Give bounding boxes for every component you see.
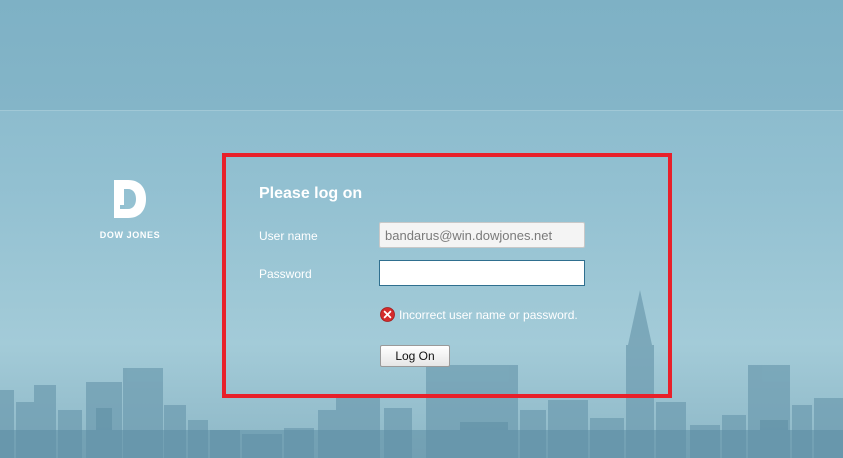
dow-jones-d-logo-icon	[114, 180, 146, 218]
top-band	[0, 0, 843, 110]
username-input[interactable]	[379, 222, 585, 248]
password-input[interactable]	[379, 260, 585, 286]
username-label: User name	[259, 229, 318, 243]
error-x-icon	[380, 307, 395, 322]
login-page: DOW JONES Please log on User name Passwo…	[0, 0, 843, 458]
logo-text: DOW JONES	[99, 230, 161, 240]
log-on-button[interactable]: Log On	[380, 345, 450, 367]
dow-jones-logo: DOW JONES	[96, 178, 164, 240]
password-label: Password	[259, 267, 312, 281]
band-divider	[0, 110, 843, 111]
error-message: Incorrect user name or password.	[399, 307, 578, 322]
login-title: Please log on	[259, 185, 363, 202]
error-message-row: Incorrect user name or password.	[380, 307, 578, 322]
